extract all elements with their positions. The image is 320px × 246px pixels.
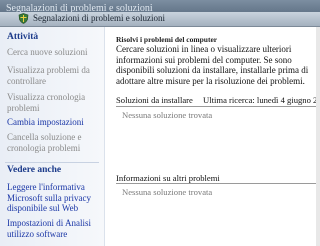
sidebar-item-check-new-solutions[interactable]: Cerca nuove soluzioni [7,47,101,58]
solutions-to-install-heading: Soluzioni da installare Ultima ricerca: … [116,95,320,105]
section-divider [116,106,316,107]
sidebar-item-clear-history[interactable]: Cancella soluzione e cronologia problemi [7,132,101,153]
see-also-heading: Vedere anche [7,165,62,175]
scrollbar[interactable] [316,27,320,246]
page-description: Cercare soluzioni in linea o visualizzar… [116,44,309,86]
sidebar-item-change-settings[interactable]: Cambia impostazioni [7,117,101,128]
solutions-heading-label: Soluzioni da installare [116,95,193,105]
shield-icon [18,13,29,24]
section-divider [116,183,316,184]
last-search-label: Ultima ricerca: lunedì 4 giugno 2007 [203,95,320,105]
problem-reports-window: Segnalazioni di problemi e soluzioni Seg… [0,0,320,246]
sidebar-item-view-problem-history[interactable]: Visualizza cronologia problemi [7,92,101,113]
page-title: Risolvi i problemi del computer [116,35,218,44]
sidebar-separator [5,162,99,163]
tasks-heading: Attività [7,32,39,42]
address-bar[interactable]: Segnalazioni di problemi e soluzioni [0,12,320,27]
solutions-empty-text: Nessuna soluzione trovata [122,110,213,120]
task-sidebar: Attività Cerca nuove soluzioni Visualizz… [0,27,105,246]
address-text: Segnalazioni di problemi e soluzioni [33,13,165,23]
other-empty-text: Nessuna soluzione trovata [122,187,213,197]
sidebar-item-view-problems-to-check[interactable]: Visualizza problemi da controllare [7,65,101,86]
privacy-statement-link[interactable]: Leggere l'informativa Microsoft sulla pr… [7,182,101,214]
main-panel: Risolvi i problemi del computer Cercare … [106,27,320,246]
other-problems-heading: Informazioni su altri problemi [116,173,220,183]
software-analysis-settings-link[interactable]: Impostazioni di Analisi utilizzo softwar… [7,218,101,239]
